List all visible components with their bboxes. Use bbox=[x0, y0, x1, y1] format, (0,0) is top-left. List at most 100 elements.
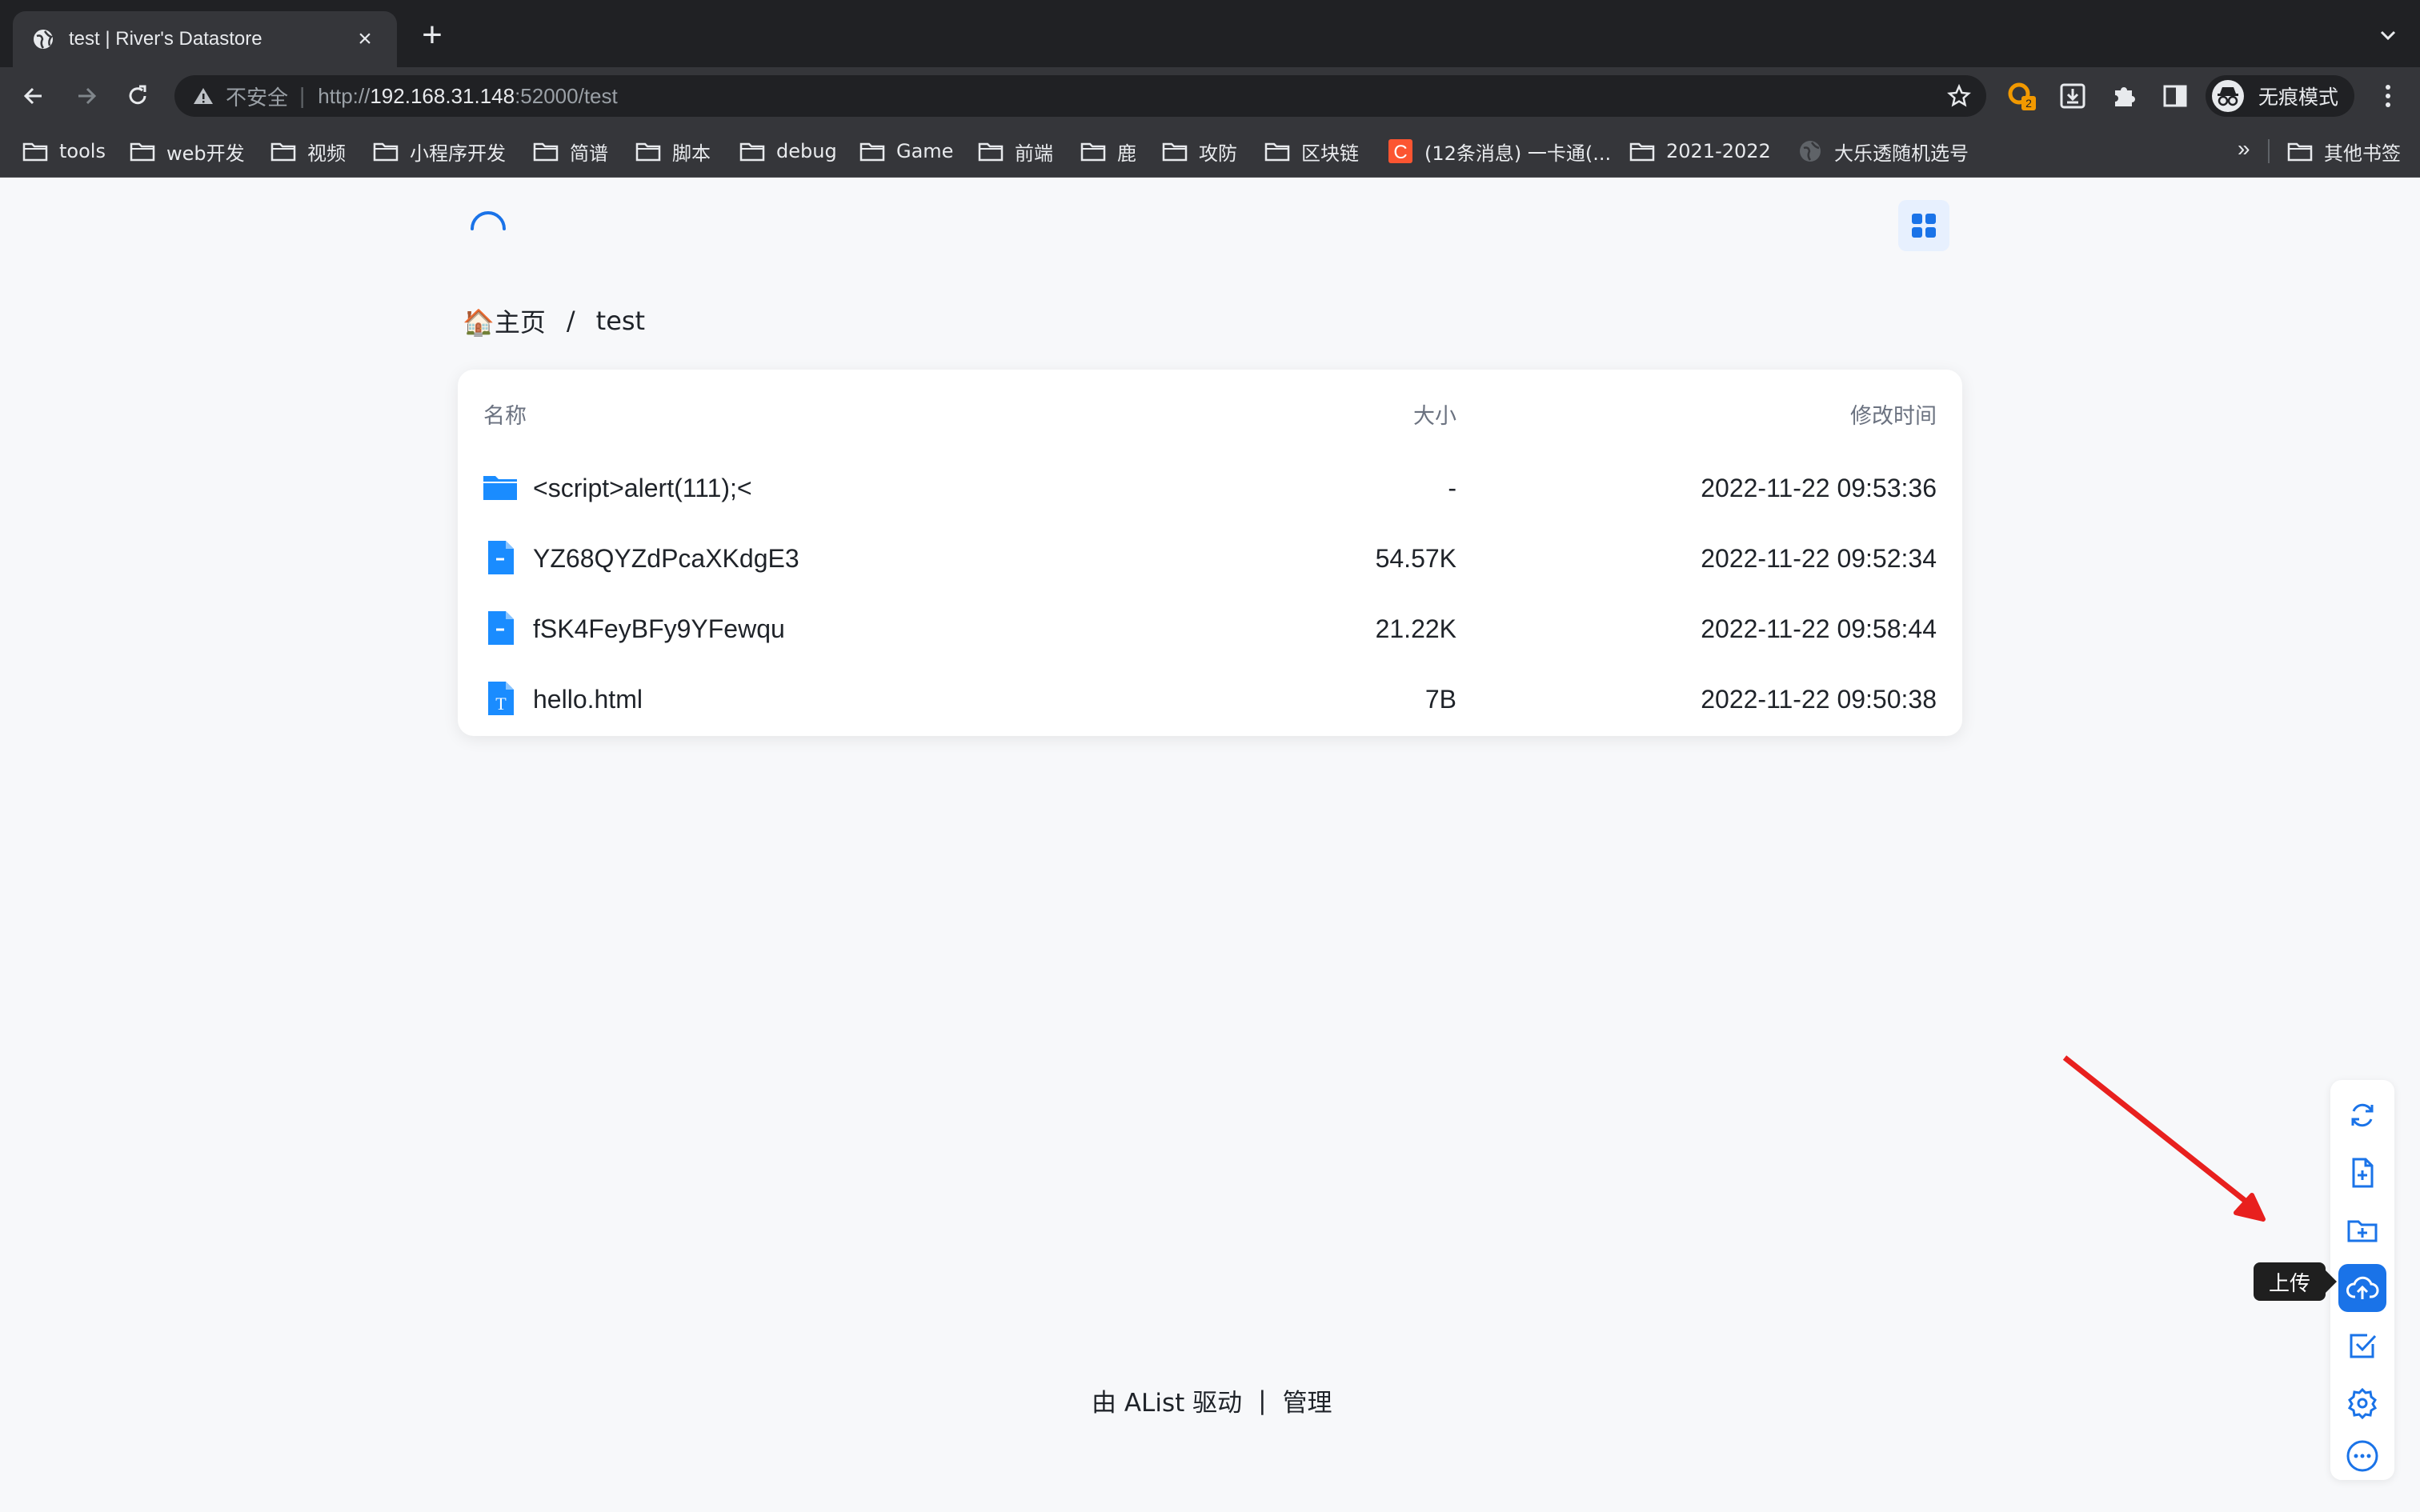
column-size-header[interactable]: 大小 bbox=[1413, 398, 1456, 430]
column-modified-header[interactable]: 修改时间 bbox=[1850, 398, 1937, 430]
download-extension-icon[interactable] bbox=[2058, 82, 2087, 110]
file-name[interactable]: YZ68QYZdPcaXKdgE3 bbox=[533, 544, 799, 574]
bookmark-label: Game bbox=[896, 140, 954, 162]
address-bar[interactable]: 不安全 | http://192.168.31.148:52000/test bbox=[174, 75, 1986, 117]
bookmark-item[interactable]: 前端 bbox=[978, 138, 1053, 165]
extension-badge-icon[interactable]: 2 bbox=[2007, 82, 2036, 110]
bookmark-item[interactable]: 视频 bbox=[270, 138, 346, 165]
breadcrumb: 🏠主页 / test bbox=[463, 302, 645, 339]
folder-icon bbox=[859, 141, 896, 162]
insecure-label[interactable]: 不安全 bbox=[226, 82, 288, 111]
new-file-button[interactable] bbox=[2338, 1149, 2386, 1197]
new-folder-button[interactable] bbox=[2338, 1206, 2386, 1254]
refresh-button[interactable] bbox=[2338, 1091, 2386, 1139]
more-icon bbox=[2346, 1440, 2378, 1472]
bookmark-item[interactable]: 鹿 bbox=[1080, 138, 1136, 165]
text-file-icon: T bbox=[482, 680, 519, 717]
bookmark-star-icon[interactable] bbox=[1946, 83, 1972, 109]
more-button[interactable] bbox=[2338, 1437, 2386, 1475]
bookmarks-overflow-button[interactable]: » bbox=[2238, 136, 2250, 162]
folder-icon bbox=[739, 141, 776, 162]
reload-icon[interactable] bbox=[122, 80, 154, 112]
table-row[interactable]: fSK4FeyBFy9YFewqu 21.22K 2022-11-22 09:58:… bbox=[458, 595, 1962, 666]
incognito-icon bbox=[2212, 80, 2244, 112]
incognito-label: 无痕模式 bbox=[2258, 86, 2339, 109]
bookmark-item[interactable]: Game bbox=[859, 138, 953, 165]
bookmark-item[interactable]: web开发 bbox=[130, 138, 245, 165]
folder-icon bbox=[978, 141, 1015, 162]
file-name[interactable]: <script>alert(111);< bbox=[533, 474, 752, 503]
bookmark-item[interactable]: 简谱 bbox=[533, 138, 608, 165]
file-list: 名称 大小 修改时间 <script>alert(111);< - 2022-11-… bbox=[458, 370, 1962, 736]
tab-search-chevron-icon[interactable] bbox=[2375, 22, 2401, 48]
file-name[interactable]: hello.html bbox=[533, 685, 643, 714]
table-row[interactable]: <script>alert(111);< - 2022-11-22 09:53:36 bbox=[458, 454, 1962, 525]
bookmark-item[interactable]: tools bbox=[22, 138, 106, 165]
folder-icon bbox=[1162, 141, 1199, 162]
bookmark-item[interactable]: 脚本 bbox=[635, 138, 711, 165]
grid-icon bbox=[1912, 214, 1936, 238]
bookmark-label: 大乐透随机选号 bbox=[1834, 142, 1969, 165]
admin-link[interactable]: 管理 bbox=[1283, 1382, 1332, 1418]
incognito-profile-button[interactable]: 无痕模式 bbox=[2206, 75, 2354, 117]
file-modified: 2022-11-22 09:52:34 bbox=[1701, 544, 1937, 573]
new-tab-button[interactable]: + bbox=[416, 18, 448, 53]
file-name[interactable]: fSK4FeyBFy9YFewqu bbox=[533, 614, 785, 644]
folder-icon bbox=[22, 141, 59, 162]
select-mode-button[interactable] bbox=[2338, 1322, 2386, 1370]
bookmark-label: 前端 bbox=[1015, 142, 1053, 165]
bookmark-item[interactable]: debug bbox=[739, 138, 837, 165]
svg-text:C: C bbox=[1393, 142, 1407, 163]
select-icon bbox=[2350, 1334, 2377, 1358]
bookmark-item[interactable]: 区块链 bbox=[1264, 138, 1359, 165]
new-folder-icon bbox=[2347, 1220, 2378, 1242]
upload-tooltip: 上传 bbox=[2254, 1262, 2337, 1301]
extensions-puzzle-icon[interactable] bbox=[2109, 82, 2138, 110]
other-bookmarks-folder[interactable]: 其他书签 bbox=[2287, 138, 2401, 165]
bookmark-item[interactable]: C (12条消息) 一卡通(... bbox=[1388, 138, 1611, 165]
warning-icon[interactable] bbox=[192, 85, 214, 107]
tab-close-icon[interactable]: × bbox=[352, 26, 378, 53]
csdn-icon: C bbox=[1388, 138, 1424, 164]
folder-icon bbox=[130, 141, 166, 162]
file-modified: 2022-11-22 09:58:44 bbox=[1701, 614, 1937, 643]
file-modified: 2022-11-22 09:50:38 bbox=[1701, 685, 1937, 714]
column-name-header[interactable]: 名称 bbox=[483, 398, 527, 430]
side-panel-icon[interactable] bbox=[2161, 82, 2190, 110]
folder-icon bbox=[2287, 141, 2324, 162]
kebab-menu-icon[interactable] bbox=[2375, 82, 2401, 110]
browser-toolbar: 不安全 | http://192.168.31.148:52000/test 2… bbox=[0, 67, 2420, 125]
breadcrumb-separator: / bbox=[566, 306, 575, 336]
file-modified: 2022-11-22 09:53:36 bbox=[1701, 474, 1937, 502]
url-text[interactable]: http://192.168.31.148:52000/test bbox=[318, 84, 617, 109]
folder-icon bbox=[373, 141, 410, 162]
settings-button[interactable] bbox=[2338, 1379, 2386, 1427]
grid-layout-toggle[interactable] bbox=[1898, 200, 1949, 251]
bookmark-item[interactable]: 小程序开发 bbox=[373, 138, 506, 165]
back-icon[interactable] bbox=[18, 80, 50, 112]
page-footer: 由 AList 驱动 | 管理 bbox=[1092, 1382, 1332, 1418]
bookmark-label: tools bbox=[59, 140, 106, 162]
other-bookmarks-label: 其他书签 bbox=[2324, 142, 2401, 165]
breadcrumb-home[interactable]: 🏠主页 bbox=[463, 302, 546, 339]
table-row[interactable]: Thello.html 7B 2022-11-22 09:50:38 bbox=[458, 666, 1962, 736]
file-icon bbox=[482, 539, 519, 576]
bookmark-item[interactable]: 大乐透随机选号 bbox=[1797, 138, 1969, 165]
bookmark-item[interactable]: 2021-2022 bbox=[1629, 138, 1771, 165]
bookmark-label: 简谱 bbox=[570, 142, 608, 165]
powered-by-link[interactable]: 由 AList 驱动 bbox=[1092, 1382, 1242, 1418]
bookmark-item[interactable]: 攻防 bbox=[1162, 138, 1237, 165]
floating-toolbar bbox=[2330, 1080, 2394, 1480]
tab-strip: test | River's Datastore × + bbox=[0, 0, 2420, 67]
table-row[interactable]: YZ68QYZdPcaXKdgE3 54.57K 2022-11-22 09:52:… bbox=[458, 525, 1962, 595]
bookmarks-bar: tools web开发 视频 小程序开发 简谱 脚本 debug Game 前端 鹿 攻防 区块链 C (… bbox=[0, 125, 2420, 178]
browser-tab[interactable]: test | River's Datastore × bbox=[13, 11, 397, 67]
file-size: - bbox=[1448, 474, 1456, 502]
upload-button[interactable] bbox=[2338, 1264, 2386, 1312]
globe-icon bbox=[32, 28, 54, 50]
forward-icon[interactable] bbox=[70, 80, 102, 112]
folder-icon bbox=[1264, 141, 1301, 162]
bookmark-label: debug bbox=[776, 140, 837, 162]
svg-text:T: T bbox=[495, 694, 507, 714]
breadcrumb-current: test bbox=[595, 306, 646, 336]
